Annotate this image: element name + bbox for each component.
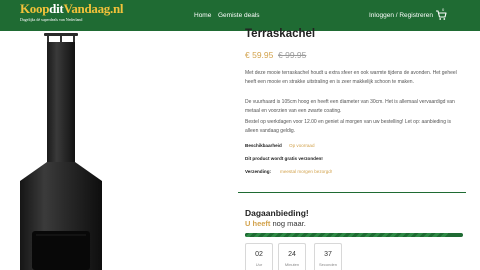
- free-shipping-note: Dit product wordt gratis verzonden!: [245, 155, 323, 163]
- patio-heater-image: [20, 33, 102, 270]
- availability-row: Beschikbaarheid Op voorraad: [245, 142, 315, 150]
- countdown-seconds: 37 Seconden: [314, 243, 342, 270]
- nav-link-home[interactable]: Home: [194, 10, 211, 22]
- page: KoopditVandaag.nl Dagelijks dé superdeal…: [0, 0, 480, 270]
- section-divider: [238, 192, 466, 193]
- login-register-link[interactable]: Inloggen / Registreren: [369, 10, 433, 22]
- site-logo[interactable]: KoopditVandaag.nl Dagelijks dé superdeal…: [20, 1, 124, 28]
- countdown-minutes-unit: Minuten: [284, 262, 300, 267]
- countdown-hours: 02 Uur: [245, 243, 273, 270]
- availability-label: Beschikbaarheid: [245, 143, 282, 148]
- deal-subtitle: U heeft nog maar.: [245, 218, 306, 229]
- cart-count-badge: 0: [442, 7, 445, 12]
- free-shipping-text: Dit product wordt gratis verzonden!: [245, 156, 323, 161]
- shipping-value: meestal morgen bezorgd!: [280, 169, 333, 174]
- availability-value: Op voorraad: [289, 143, 315, 148]
- countdown-hours-unit: Uur: [255, 262, 263, 267]
- shipping-label: Verzending:: [245, 169, 272, 174]
- deal-time-progress-fill: [245, 233, 448, 237]
- product-title: Terraskachel: [245, 28, 316, 40]
- countdown-seconds-unit: Seconden: [318, 262, 337, 267]
- countdown-seconds-value: 37: [324, 251, 332, 258]
- deal-subtitle-rest: nog maar.: [270, 219, 306, 228]
- nav-link-missed-deals[interactable]: Gemiste deals: [218, 10, 260, 22]
- site-header: KoopditVandaag.nl Dagelijks dé superdeal…: [0, 0, 480, 31]
- countdown-hours-value: 02: [255, 251, 263, 258]
- product-description-paragraph: Bestel op werkdagen voor 12.00 en geniet…: [245, 119, 451, 134]
- logo-title: KoopditVandaag.nl: [20, 1, 124, 16]
- logo-tagline: Dagelijks dé superdeals van Nederland: [20, 17, 83, 22]
- product-description-paragraph: Met deze mooie terraskachel houdt u extr…: [245, 70, 457, 85]
- price-current: € 59.95: [245, 50, 274, 60]
- deal-subtitle-highlight: U heeft: [245, 219, 271, 228]
- countdown-minutes: 24 Minuten: [278, 243, 306, 270]
- countdown-minutes-value: 24: [288, 251, 296, 258]
- price-original: € 99.95: [278, 50, 307, 60]
- product-description-paragraph: De vuurhaard is 105cm hoog en heeft een …: [245, 99, 455, 114]
- shipping-row: Verzending: meestal morgen bezorgd!: [245, 168, 332, 176]
- deal-time-progress-bar: [245, 233, 463, 237]
- cart-icon[interactable]: [435, 9, 447, 21]
